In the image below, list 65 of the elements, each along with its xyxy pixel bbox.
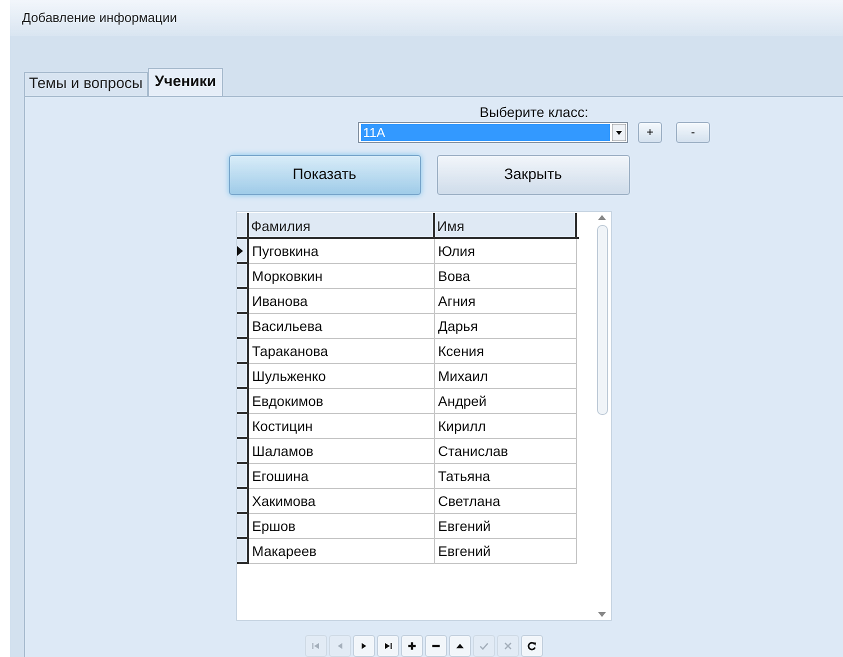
scroll-up-icon[interactable] bbox=[598, 214, 606, 220]
table-cell: Агния bbox=[435, 289, 577, 314]
refresh-icon bbox=[526, 640, 538, 652]
navigator-button[interactable] bbox=[401, 635, 423, 657]
table-cell: Морковкин bbox=[249, 264, 435, 289]
class-label: Выберите класс: bbox=[480, 104, 588, 120]
tab[interactable]: Ученики bbox=[148, 68, 224, 96]
row-indicator[interactable] bbox=[237, 439, 249, 464]
table-cell: Татьяна bbox=[435, 464, 577, 489]
row-indicator[interactable] bbox=[237, 489, 249, 514]
navigator-button[interactable] bbox=[425, 635, 447, 657]
window-title: Добавление информации bbox=[22, 9, 177, 28]
plus-icon bbox=[406, 640, 418, 652]
table-cell: Шаламов bbox=[249, 439, 435, 464]
table-cell: Евдокимов bbox=[249, 389, 435, 414]
table-cell: Егошина bbox=[249, 464, 435, 489]
table-cell: Михаил bbox=[435, 364, 577, 389]
table-cell: Шульженко bbox=[249, 364, 435, 389]
row-indicator[interactable] bbox=[237, 239, 249, 264]
table-cell: Иванова bbox=[249, 289, 435, 314]
table-cell: Вова bbox=[435, 264, 577, 289]
table-cell: Ершов bbox=[249, 514, 435, 539]
row-indicator[interactable] bbox=[237, 514, 249, 539]
row-indicator[interactable] bbox=[237, 464, 249, 489]
go-last-icon bbox=[382, 640, 394, 652]
row-indicator[interactable] bbox=[237, 339, 249, 364]
table-cell: Дарья bbox=[435, 314, 577, 339]
navigator-button[interactable] bbox=[377, 635, 399, 657]
current-row-icon bbox=[237, 246, 243, 256]
scroll-down-icon[interactable] bbox=[598, 612, 606, 618]
table-cell: Евгений bbox=[435, 514, 577, 539]
table-cell: Светлана bbox=[435, 489, 577, 514]
table-cell: Макареев bbox=[249, 539, 435, 564]
add-class-button[interactable]: + bbox=[638, 122, 662, 142]
row-indicator[interactable] bbox=[237, 364, 249, 389]
navigator-button[interactable] bbox=[449, 635, 471, 657]
table-cell: Андрей bbox=[435, 389, 577, 414]
table-cell: Пуговкина bbox=[249, 239, 435, 264]
dropdown-arrow-icon bbox=[612, 124, 626, 140]
row-indicator[interactable] bbox=[237, 289, 249, 314]
table-cell: Ксения bbox=[435, 339, 577, 364]
table-cell: Костицин bbox=[249, 414, 435, 439]
check-icon bbox=[478, 640, 490, 652]
navigator-button[interactable] bbox=[521, 635, 543, 657]
row-indicator[interactable] bbox=[237, 264, 249, 289]
table-cell: Васильева bbox=[249, 314, 435, 339]
row-indicator[interactable] bbox=[237, 314, 249, 339]
column-header[interactable]: Фамилия bbox=[249, 213, 435, 237]
table-cell: Юлия bbox=[435, 239, 577, 264]
table-cell: Хакимова bbox=[249, 489, 435, 514]
table-cell: Кирилл bbox=[435, 414, 577, 439]
table-cell: Тараканова bbox=[249, 339, 435, 364]
column-header[interactable]: Имя bbox=[435, 213, 577, 237]
navigator-button[interactable] bbox=[353, 635, 375, 657]
table-cell: Станислав bbox=[435, 439, 577, 464]
row-indicator[interactable] bbox=[237, 414, 249, 439]
tab[interactable]: Темы и вопросы bbox=[24, 72, 148, 96]
row-indicator[interactable] bbox=[237, 389, 249, 414]
action-button[interactable]: Закрыть bbox=[436, 155, 630, 195]
go-first-icon bbox=[310, 640, 322, 652]
row-indicator[interactable] bbox=[237, 539, 249, 564]
remove-class-button[interactable]: - bbox=[676, 122, 710, 142]
cross-icon bbox=[502, 640, 514, 652]
action-button[interactable]: Показать bbox=[228, 155, 420, 195]
table-cell: Евгений bbox=[435, 539, 577, 564]
